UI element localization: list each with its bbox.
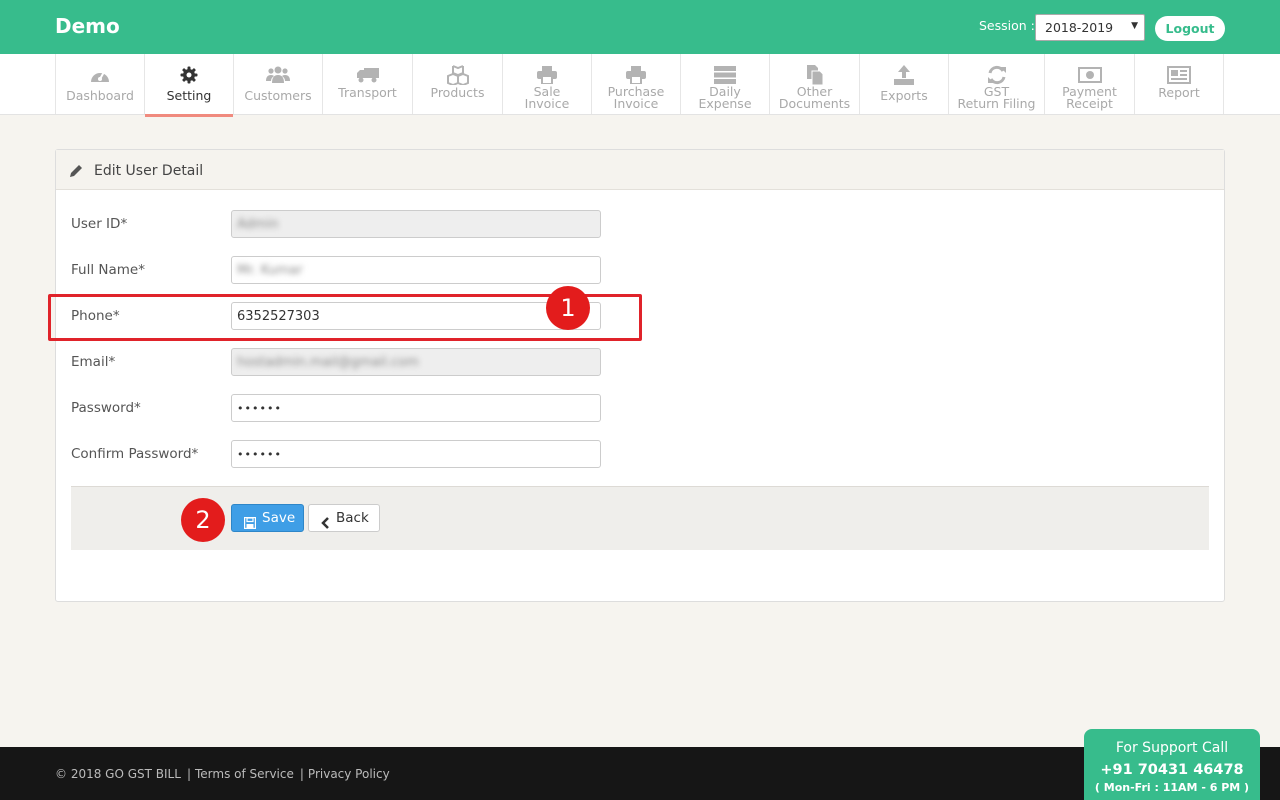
truck-icon bbox=[323, 65, 412, 85]
users-icon bbox=[234, 65, 322, 85]
cubes-icon bbox=[413, 65, 502, 85]
nav-label: Daily Expense bbox=[698, 84, 752, 111]
support-widget[interactable]: For Support Call +91 70431 46478 ( Mon-F… bbox=[1084, 729, 1260, 800]
money-icon bbox=[1045, 65, 1134, 85]
printer-icon bbox=[592, 65, 680, 85]
nav-dashboard[interactable]: Dashboard bbox=[55, 54, 144, 114]
session-value: 2018-2019 bbox=[1045, 20, 1114, 35]
full-name-value: Mr. Kumar bbox=[237, 263, 303, 278]
nav-transport[interactable]: Transport bbox=[322, 54, 412, 114]
dashboard-icon bbox=[56, 65, 144, 85]
support-hours: ( Mon-Fri : 11AM - 6 PM ) bbox=[1094, 781, 1250, 794]
upload-icon bbox=[860, 65, 948, 85]
floppy-icon bbox=[243, 512, 257, 538]
session-select[interactable]: 2018-2019 ▼ bbox=[1035, 14, 1145, 41]
save-button[interactable]: Save bbox=[231, 504, 304, 532]
logout-button[interactable]: Logout bbox=[1155, 16, 1225, 41]
nav-divider bbox=[1223, 54, 1224, 114]
pencil-icon bbox=[69, 163, 83, 182]
documents-icon bbox=[770, 65, 859, 85]
caret-down-icon: ▼ bbox=[1131, 21, 1138, 31]
panel-header: Edit User Detail bbox=[56, 150, 1224, 190]
full-name-input[interactable]: Mr. Kumar bbox=[231, 256, 601, 284]
annotation-badge-2: 2 bbox=[181, 498, 225, 542]
save-label: Save bbox=[262, 510, 296, 526]
user-id-value: Admin bbox=[237, 217, 279, 232]
email-input[interactable]: hostadmin.mail@gmail.com bbox=[231, 348, 601, 376]
session-label: Session : bbox=[979, 18, 1035, 33]
printer-icon bbox=[503, 65, 591, 85]
nav-label: Payment Receipt bbox=[1062, 84, 1117, 111]
email-label: Email* bbox=[71, 354, 116, 370]
nav-label: Setting bbox=[166, 88, 212, 103]
copyright: © 2018 GO GST BILL bbox=[55, 767, 181, 781]
nav-label: Dashboard bbox=[66, 88, 134, 103]
full-name-label: Full Name* bbox=[71, 262, 145, 278]
main-nav: Dashboard Setting Customers Transport Pr… bbox=[0, 54, 1280, 117]
nav-gst-return-filing[interactable]: GST Return Filing bbox=[948, 54, 1044, 114]
nav-label: Transport bbox=[338, 85, 397, 100]
nav-label: Other Documents bbox=[778, 84, 851, 111]
nav-label: GST Return Filing bbox=[957, 84, 1036, 111]
privacy-link[interactable]: Privacy Policy bbox=[308, 767, 390, 781]
terms-link[interactable]: Terms of Service bbox=[195, 767, 294, 781]
nav-label: Report bbox=[1158, 85, 1200, 100]
email-value: hostadmin.mail@gmail.com bbox=[237, 355, 419, 370]
nav-label: Exports bbox=[880, 88, 928, 103]
support-phone: +91 70431 46478 bbox=[1100, 762, 1244, 778]
nav-label: Sale Invoice bbox=[524, 84, 570, 111]
user-id-label: User ID* bbox=[71, 216, 128, 232]
confirm-password-input[interactable]: •••••• bbox=[231, 440, 601, 468]
nav-exports[interactable]: Exports bbox=[859, 54, 948, 114]
user-id-input[interactable]: Admin bbox=[231, 210, 601, 238]
gear-icon bbox=[145, 65, 233, 85]
nav-other-documents[interactable]: Other Documents bbox=[769, 54, 859, 114]
back-label: Back bbox=[336, 510, 369, 526]
nav-label: Products bbox=[430, 85, 485, 100]
annotation-badge-1: 1 bbox=[546, 286, 590, 330]
nav-setting[interactable]: Setting bbox=[144, 54, 233, 117]
server-icon bbox=[681, 65, 769, 85]
nav-sale-invoice[interactable]: Sale Invoice bbox=[502, 54, 591, 114]
panel-title: Edit User Detail bbox=[94, 163, 204, 179]
newspaper-icon bbox=[1135, 65, 1223, 85]
support-title: For Support Call bbox=[1115, 740, 1229, 756]
confirm-password-value: •••••• bbox=[237, 448, 282, 461]
password-label: Password* bbox=[71, 400, 141, 416]
nav-label: Purchase Invoice bbox=[607, 84, 665, 111]
refresh-icon bbox=[949, 65, 1044, 85]
chevron-left-icon bbox=[321, 512, 330, 538]
nav-payment-receipt[interactable]: Payment Receipt bbox=[1044, 54, 1134, 114]
footer-text: © 2018 GO GST BILL | Terms of Service | Priv… bbox=[55, 767, 390, 781]
confirm-password-label: Confirm Password* bbox=[71, 446, 199, 462]
back-button[interactable]: Back bbox=[308, 504, 380, 532]
nav-customers[interactable]: Customers bbox=[233, 54, 322, 114]
nav-daily-expense[interactable]: Daily Expense bbox=[680, 54, 769, 114]
nav-label: Customers bbox=[244, 88, 312, 103]
password-value: •••••• bbox=[237, 402, 282, 415]
nav-purchase-invoice[interactable]: Purchase Invoice bbox=[591, 54, 680, 114]
brand-logo[interactable]: Demo bbox=[55, 14, 120, 38]
nav-report[interactable]: Report bbox=[1134, 54, 1223, 114]
top-bar: Demo Session : 2018-2019 ▼ Logout bbox=[0, 0, 1280, 54]
password-input[interactable]: •••••• bbox=[231, 394, 601, 422]
nav-products[interactable]: Products bbox=[412, 54, 502, 114]
